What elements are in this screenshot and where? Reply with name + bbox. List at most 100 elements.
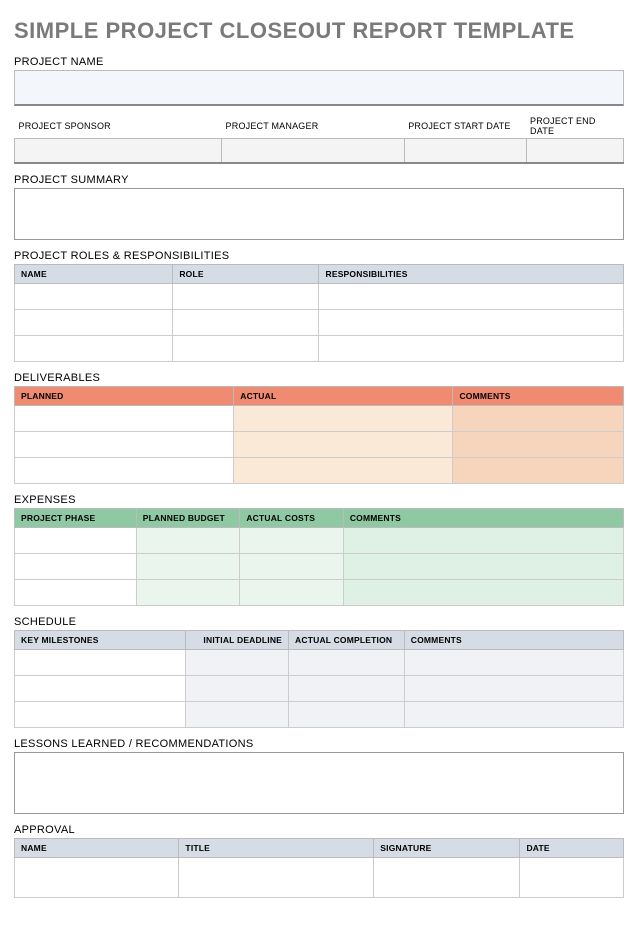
table-row (15, 457, 624, 483)
lessons-input[interactable] (14, 752, 624, 814)
table-row (15, 309, 624, 335)
cell[interactable] (185, 675, 289, 701)
table-row (15, 579, 624, 605)
appr-header-title: TITLE (179, 838, 374, 857)
sponsor-input[interactable] (15, 139, 222, 163)
deliverables-label: DELIVERABLES (14, 372, 624, 384)
schedule-table: KEY MILESTONES INITIAL DEADLINE ACTUAL C… (14, 630, 624, 728)
approval-label: APPROVAL (14, 824, 624, 836)
summary-label: PROJECT SUMMARY (14, 174, 624, 186)
cell[interactable] (15, 405, 234, 431)
sched-header-comments: COMMENTS (404, 630, 623, 649)
cell[interactable] (136, 579, 240, 605)
schedule-label: SCHEDULE (14, 616, 624, 628)
cell[interactable] (289, 701, 405, 727)
cell[interactable] (15, 335, 173, 361)
cell[interactable] (15, 675, 186, 701)
lessons-label: LESSONS LEARNED / RECOMMENDATIONS (14, 738, 624, 750)
expenses-label: EXPENSES (14, 494, 624, 506)
exp-header-planned: PLANNED BUDGET (136, 508, 240, 527)
deliv-header-comments: COMMENTS (453, 386, 624, 405)
deliverables-table: PLANNED ACTUAL COMMENTS (14, 386, 624, 484)
cell[interactable] (234, 405, 453, 431)
cell[interactable] (185, 701, 289, 727)
roles-header-role: ROLE (173, 264, 319, 283)
cell[interactable] (234, 431, 453, 457)
cell[interactable] (15, 309, 173, 335)
deliv-header-planned: PLANNED (15, 386, 234, 405)
table-row (15, 675, 624, 701)
cell[interactable] (404, 649, 623, 675)
table-row (15, 553, 624, 579)
cell[interactable] (15, 283, 173, 309)
sched-header-milestone: KEY MILESTONES (15, 630, 186, 649)
enddate-input[interactable] (526, 139, 623, 163)
page-title: SIMPLE PROJECT CLOSEOUT REPORT TEMPLATE (14, 18, 624, 44)
table-row (15, 335, 624, 361)
enddate-label: PROJECT END DATE (526, 114, 623, 139)
cell[interactable] (374, 857, 520, 897)
cell[interactable] (343, 553, 623, 579)
meta-table: PROJECT SPONSOR PROJECT MANAGER PROJECT … (14, 114, 624, 164)
exp-header-actual: ACTUAL COSTS (240, 508, 344, 527)
cell[interactable] (185, 649, 289, 675)
manager-label: PROJECT MANAGER (222, 114, 405, 139)
cell[interactable] (15, 701, 186, 727)
roles-header-resp: RESPONSIBILITIES (319, 264, 624, 283)
roles-table: NAME ROLE RESPONSIBILITIES (14, 264, 624, 362)
table-row (15, 857, 624, 897)
cell[interactable] (453, 431, 624, 457)
cell[interactable] (234, 457, 453, 483)
cell[interactable] (179, 857, 374, 897)
cell[interactable] (173, 335, 319, 361)
project-name-label: PROJECT NAME (14, 56, 624, 68)
table-row (15, 649, 624, 675)
cell[interactable] (15, 579, 137, 605)
expenses-table: PROJECT PHASE PLANNED BUDGET ACTUAL COST… (14, 508, 624, 606)
table-row (15, 431, 624, 457)
cell[interactable] (453, 405, 624, 431)
cell[interactable] (15, 857, 179, 897)
cell[interactable] (289, 649, 405, 675)
manager-input[interactable] (222, 139, 405, 163)
table-row (15, 701, 624, 727)
sponsor-label: PROJECT SPONSOR (15, 114, 222, 139)
cell[interactable] (15, 527, 137, 553)
roles-label: PROJECT ROLES & RESPONSIBILITIES (14, 250, 624, 262)
cell[interactable] (15, 553, 137, 579)
appr-header-signature: SIGNATURE (374, 838, 520, 857)
project-name-input[interactable] (14, 70, 624, 106)
exp-header-phase: PROJECT PHASE (15, 508, 137, 527)
cell[interactable] (173, 309, 319, 335)
cell[interactable] (173, 283, 319, 309)
startdate-label: PROJECT START DATE (404, 114, 526, 139)
cell[interactable] (240, 527, 344, 553)
cell[interactable] (319, 309, 624, 335)
summary-input[interactable] (14, 188, 624, 240)
deliv-header-actual: ACTUAL (234, 386, 453, 405)
appr-header-date: DATE (520, 838, 624, 857)
cell[interactable] (404, 701, 623, 727)
cell[interactable] (319, 335, 624, 361)
table-row (15, 405, 624, 431)
cell[interactable] (343, 527, 623, 553)
table-row (15, 527, 624, 553)
sched-header-actual: ACTUAL COMPLETION (289, 630, 405, 649)
cell[interactable] (15, 431, 234, 457)
startdate-input[interactable] (404, 139, 526, 163)
exp-header-comments: COMMENTS (343, 508, 623, 527)
cell[interactable] (520, 857, 624, 897)
cell[interactable] (319, 283, 624, 309)
table-row (15, 283, 624, 309)
cell[interactable] (240, 553, 344, 579)
cell[interactable] (404, 675, 623, 701)
cell[interactable] (240, 579, 344, 605)
roles-header-name: NAME (15, 264, 173, 283)
cell[interactable] (343, 579, 623, 605)
cell[interactable] (15, 649, 186, 675)
cell[interactable] (15, 457, 234, 483)
cell[interactable] (136, 553, 240, 579)
cell[interactable] (289, 675, 405, 701)
cell[interactable] (453, 457, 624, 483)
cell[interactable] (136, 527, 240, 553)
